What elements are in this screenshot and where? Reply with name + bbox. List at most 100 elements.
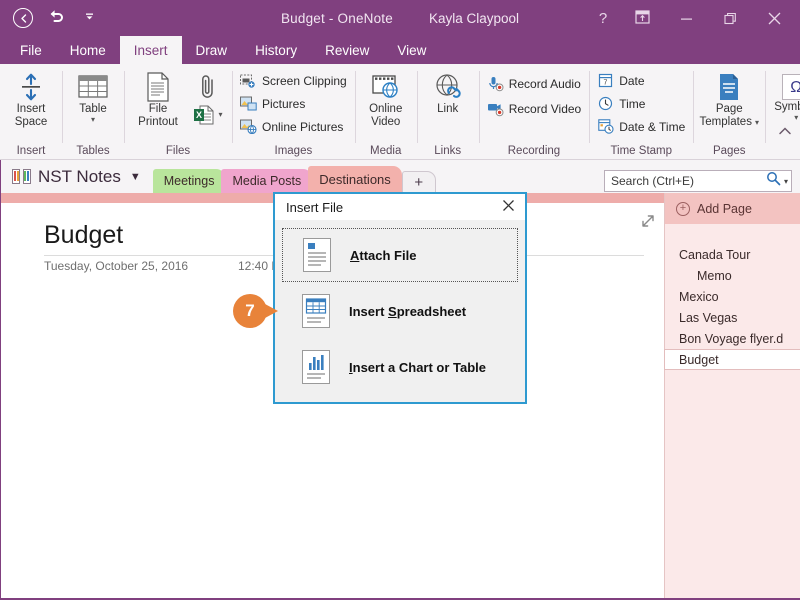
undo-button[interactable]	[45, 7, 67, 29]
add-page-button[interactable]: + Add Page	[665, 193, 800, 224]
ribbon-tab-home[interactable]: Home	[56, 36, 120, 64]
date-label: Date	[619, 73, 645, 88]
symbols-caret-icon[interactable]: ▾	[794, 114, 798, 122]
help-button[interactable]: ?	[586, 0, 620, 36]
file-printout-button[interactable]: File Printout	[129, 68, 187, 129]
date-button[interactable]: 7 Date	[594, 70, 688, 91]
add-page-label: Add Page	[697, 201, 752, 216]
ribbon-tab-draw[interactable]: Draw	[182, 36, 242, 64]
insert-chart-or-table-option[interactable]: Insert a Chart or Table	[282, 340, 518, 394]
link-label: Link	[437, 103, 459, 115]
ribbon-display-options-button[interactable]	[620, 0, 664, 36]
chevron-down-icon[interactable]: ▼	[130, 171, 141, 183]
table-caret-icon[interactable]: ▾	[91, 116, 95, 124]
screen-clipping-icon	[240, 72, 257, 89]
notebook-selector[interactable]: NST Notes ▼	[0, 160, 147, 193]
section-tab-media-posts[interactable]: Media Posts	[221, 169, 313, 193]
ribbon-group-links: Link Links	[416, 64, 479, 160]
search-box[interactable]: ▾	[604, 170, 792, 192]
search-input[interactable]	[611, 174, 766, 188]
link-button[interactable]: Link	[422, 68, 474, 116]
page-item-mexico[interactable]: Mexico	[665, 286, 800, 307]
svg-text:X: X	[196, 110, 202, 120]
link-icon	[433, 71, 463, 103]
time-label: Time	[619, 96, 646, 111]
symbols-button[interactable]: Ω Symbols ▾	[770, 70, 800, 122]
record-audio-button[interactable]: Record Audio	[484, 73, 585, 94]
attach-file-button[interactable]: X ▾	[189, 68, 227, 125]
group-label-media: Media	[370, 145, 402, 157]
page-date[interactable]: Tuesday, October 25, 2016	[44, 259, 188, 273]
pictures-button[interactable]: Pictures	[237, 93, 350, 114]
search-icon[interactable]	[766, 171, 781, 191]
spreadsheet-caret-icon[interactable]: ▾	[218, 111, 222, 119]
attach-file-option-label: Attach File	[350, 247, 417, 263]
page-item-bon-voyage-flyer[interactable]: Bon Voyage flyer.d	[665, 328, 800, 349]
file-printout-label-line2: Printout	[138, 116, 178, 128]
insert-space-button[interactable]: Insert Space	[5, 68, 57, 129]
screen-clipping-button[interactable]: Screen Clipping	[237, 70, 350, 91]
ribbon-tab-insert[interactable]: Insert	[119, 36, 182, 64]
ribbon-group-insert: Insert Space Insert	[0, 64, 62, 160]
section-tab-meetings[interactable]: Meetings	[152, 169, 226, 193]
group-label-tables: Tables	[76, 145, 110, 157]
insert-chart-or-table-option-label: Insert a Chart or Table	[349, 359, 487, 375]
close-button[interactable]	[752, 0, 796, 36]
insert-spreadsheet-option[interactable]: Insert Spreadsheet	[282, 284, 518, 338]
online-pictures-button[interactable]: Online Pictures	[237, 116, 350, 137]
window-controls: ?	[586, 0, 800, 36]
ribbon-tab-review[interactable]: Review	[311, 36, 383, 64]
add-section-button[interactable]: +	[401, 171, 436, 193]
chart-doc-icon	[302, 350, 330, 384]
pictures-label: Pictures	[262, 96, 306, 111]
page-item-canada-tour[interactable]: Canada Tour	[665, 244, 800, 265]
page-item-las-vegas[interactable]: Las Vegas	[665, 307, 800, 328]
omega-icon: Ω	[782, 73, 800, 101]
page-templates-button[interactable]: Page Templates ▾	[698, 68, 760, 129]
date-time-button[interactable]: Date & Time	[594, 116, 688, 137]
window-border-left	[0, 160, 1, 600]
ribbon-tab-history[interactable]: History	[241, 36, 311, 64]
file-printout-icon	[145, 71, 171, 103]
section-tab-destinations[interactable]: Destinations	[308, 166, 402, 193]
notebook-icon	[12, 168, 31, 185]
ribbon-group-files: File Printout X ▾ Files	[124, 64, 232, 160]
online-video-button[interactable]: Online Video	[360, 68, 412, 129]
insert-file-dialog: Insert File Attach File Insert Spreadshe…	[273, 192, 527, 404]
collapse-ribbon-button[interactable]	[778, 125, 792, 139]
user-account-name[interactable]: Kayla Claypool	[429, 11, 519, 26]
expand-diagonal-icon[interactable]	[641, 214, 655, 231]
close-icon[interactable]	[497, 199, 519, 216]
plus-circle-icon: +	[676, 201, 690, 216]
page-templates-label-line1: Page	[715, 103, 743, 115]
table-button[interactable]: Table ▾	[67, 68, 119, 124]
spreadsheet-icon: X	[194, 105, 214, 125]
insert-space-icon	[18, 71, 44, 103]
dialog-title: Insert File	[286, 199, 344, 215]
ribbon-display-options-icon	[634, 9, 650, 27]
group-label-images: Images	[274, 145, 313, 157]
page-item-budget[interactable]: Budget	[664, 349, 800, 370]
table-icon	[78, 71, 108, 103]
attach-file-option[interactable]: Attach File	[282, 228, 518, 282]
step-callout-badge: 7	[233, 294, 278, 328]
search-dropdown-caret-icon[interactable]: ▾	[784, 177, 788, 186]
ribbon-group-recording: Record Audio Record Video Recording	[478, 64, 590, 160]
ribbon-tab-view[interactable]: View	[383, 36, 440, 64]
spreadsheet-insert-button[interactable]: X ▾	[193, 105, 223, 125]
minimize-button[interactable]	[664, 0, 708, 36]
ribbon-tab-file[interactable]: File	[6, 36, 56, 64]
restore-button[interactable]	[708, 0, 752, 36]
online-video-icon	[371, 71, 401, 103]
ribbon: Insert Space Insert Table ▾ Tables File …	[0, 64, 800, 160]
page-title[interactable]: Budget	[44, 221, 123, 250]
back-button[interactable]	[12, 7, 34, 29]
page-item-memo[interactable]: Memo	[665, 265, 800, 286]
time-button[interactable]: Time	[594, 93, 688, 114]
attach-file-icon	[198, 71, 218, 103]
qat-customize-button[interactable]	[78, 7, 100, 29]
page-templates-caret-icon[interactable]: ▾	[755, 118, 759, 127]
chevron-up-icon	[779, 127, 791, 135]
record-video-button[interactable]: Record Video	[484, 98, 585, 119]
onenote-window: Budget - OneNote Kayla Claypool ? File H…	[0, 0, 800, 600]
